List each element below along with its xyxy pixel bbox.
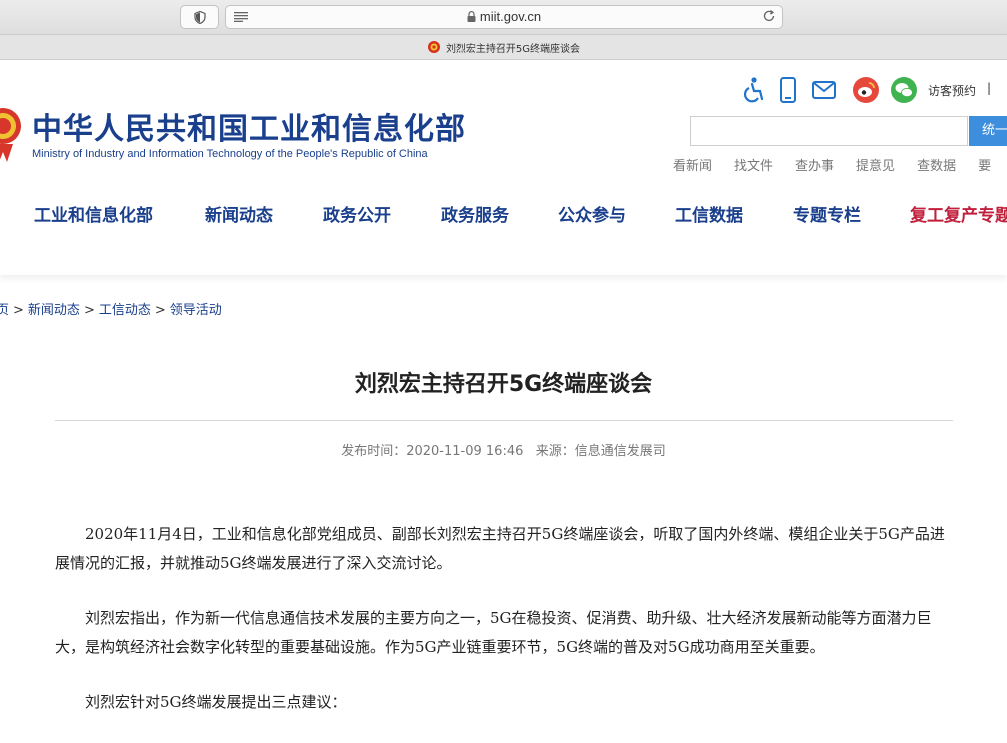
quick-link-feedback[interactable]: 提意见: [856, 159, 895, 174]
quick-links: 看新闻 找文件 查办事 提意见 查数据 要: [673, 155, 1007, 174]
address-bar[interactable]: miit.gov.cn: [225, 5, 783, 29]
breadcrumb-home[interactable]: 页: [0, 303, 9, 318]
breadcrumb-news[interactable]: 新闻动态: [28, 303, 80, 318]
nav-item-gov-services[interactable]: 政务服务: [441, 201, 509, 226]
title-divider: [55, 420, 953, 421]
nav-item-news[interactable]: 新闻动态: [205, 201, 273, 226]
nav-item-public[interactable]: 公众参与: [558, 201, 626, 226]
nav-item-data[interactable]: 工信数据: [675, 201, 743, 226]
visitor-appointment-link[interactable]: 访客预约: [928, 82, 976, 99]
breadcrumb-separator: >: [154, 303, 166, 318]
article-meta: 发布时间：2020-11-09 16:46 来源：信息通信发展司: [341, 444, 666, 459]
nav-item-ministry[interactable]: 工业和信息化部: [34, 201, 153, 226]
article-paragraph: 刘烈宏指出，作为新一代信息通信技术发展的主要方向之一，5G在稳投资、促消费、助升…: [55, 609, 932, 656]
breadcrumb-separator: >: [13, 303, 24, 318]
quick-link-data[interactable]: 查数据: [917, 159, 956, 174]
search-input[interactable]: [690, 116, 968, 146]
header-separator: |: [987, 81, 992, 95]
breadcrumb-leadership[interactable]: 领导活动: [170, 303, 222, 318]
article-paragraph: 刘烈宏针对5G终端发展提出三点建议：: [85, 693, 347, 711]
site-header: 中华人民共和国工业和信息化部 Ministry of Industry and …: [0, 60, 1007, 275]
url-text: miit.gov.cn: [479, 9, 542, 24]
weibo-icon[interactable]: [853, 77, 879, 103]
favicon-icon: [427, 41, 440, 53]
lock-icon: [467, 11, 476, 22]
search-button[interactable]: 统一: [969, 116, 1007, 146]
tab-bar: 刘烈宏主持召开5G终端座谈会: [0, 35, 1007, 60]
wechat-icon[interactable]: [891, 77, 917, 103]
ministry-name-cn[interactable]: 中华人民共和国工业和信息化部: [32, 104, 466, 148]
article-title: 刘烈宏主持召开5G终端座谈会: [354, 372, 653, 397]
quick-link-news[interactable]: 看新闻: [673, 159, 712, 174]
quick-link-more[interactable]: 要: [978, 159, 991, 174]
accessibility-icon[interactable]: [741, 77, 765, 103]
quick-link-services[interactable]: 查办事: [795, 159, 834, 174]
breadcrumb: 页 > 新闻动态 > 工信动态 > 领导活动: [0, 299, 222, 318]
reload-icon[interactable]: [762, 9, 776, 23]
article-body: 2020年11月4日，工业和信息化部党组成员、副部长刘烈宏主持召开5G终端座谈会…: [55, 520, 955, 743]
nav-item-topics[interactable]: 专题专栏: [793, 201, 861, 226]
browser-toolbar: miit.gov.cn: [0, 0, 1007, 35]
national-emblem-icon[interactable]: [0, 100, 22, 166]
privacy-shield-button[interactable]: [180, 5, 219, 29]
tab-title-text: 刘烈宏主持召开5G终端座谈会: [445, 44, 581, 55]
shield-icon: [193, 10, 206, 24]
mobile-icon[interactable]: [779, 77, 797, 103]
nav-item-resumption[interactable]: 复工复产专题: [910, 201, 1007, 226]
ministry-name-en[interactable]: Ministry of Industry and Information Tec…: [32, 148, 428, 160]
mail-icon[interactable]: [812, 81, 836, 99]
nav-item-gov-affairs[interactable]: 政务公开: [323, 201, 391, 226]
quick-link-files[interactable]: 找文件: [734, 159, 773, 174]
breadcrumb-separator: >: [83, 303, 95, 318]
active-tab[interactable]: 刘烈宏主持召开5G终端座谈会: [0, 40, 1007, 55]
article-paragraph: 2020年11月4日，工业和信息化部党组成员、副部长刘烈宏主持召开5G终端座谈会…: [55, 525, 945, 572]
breadcrumb-industry-news[interactable]: 工信动态: [99, 303, 151, 318]
